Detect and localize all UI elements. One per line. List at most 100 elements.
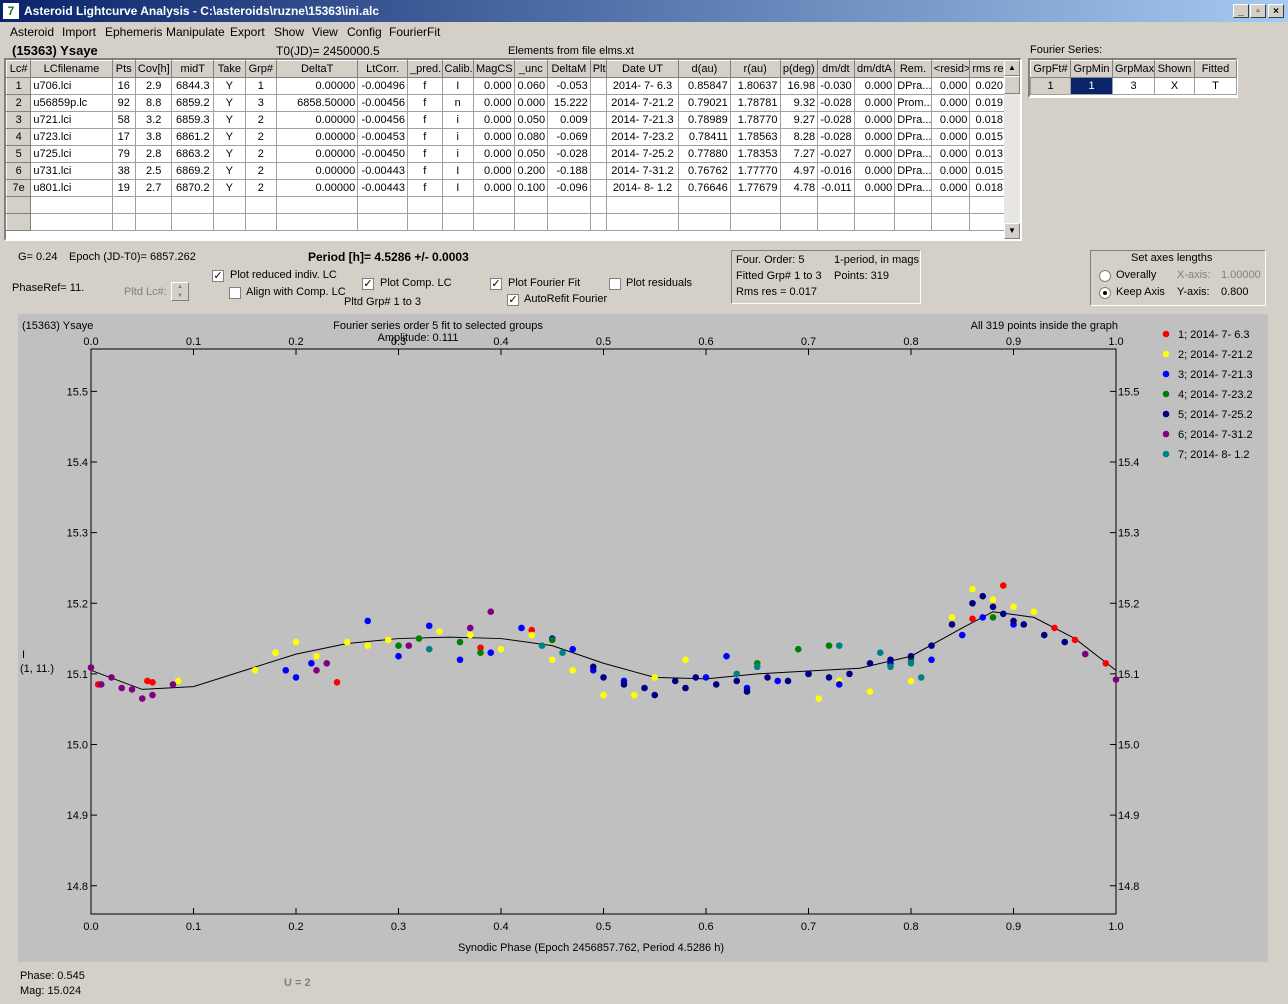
lc-cell[interactable]: 1.78781 bbox=[729, 94, 781, 112]
lc-table-row[interactable]: 4 u723.lci 17 3.8 6861.2 Y 2 0.00000 -0.00453 f i 0… bbox=[6, 128, 1006, 146]
lc-col-header[interactable]: rms res bbox=[969, 60, 1006, 78]
lc-cell[interactable]: 6870.2 bbox=[171, 179, 215, 197]
menu-import[interactable]: Import bbox=[62, 25, 96, 39]
lc-cell[interactable]: -0.016 bbox=[817, 162, 855, 180]
lc-cell[interactable] bbox=[589, 128, 607, 146]
ft-cell-grpmax[interactable]: 3 bbox=[1112, 77, 1155, 95]
lc-cell[interactable]: DPra... bbox=[894, 111, 932, 129]
lc-cell[interactable]: Y bbox=[213, 111, 246, 129]
lc-table-row[interactable]: 3 u721.lci 58 3.2 6859.3 Y 2 0.00000 -0.00456 f i 0… bbox=[6, 111, 1006, 129]
lc-cell[interactable] bbox=[589, 145, 607, 163]
lc-cell[interactable]: 6859.3 bbox=[171, 111, 215, 129]
lc-cell[interactable]: -0.00450 bbox=[357, 145, 408, 163]
lc-cell[interactable]: 0.080 bbox=[513, 128, 549, 146]
lc-cell[interactable]: 2 bbox=[244, 179, 278, 197]
lc-cell[interactable]: f bbox=[406, 77, 443, 95]
lc-cell[interactable]: 3.2 bbox=[134, 111, 173, 129]
lc-cell[interactable]: 0.00000 bbox=[276, 162, 359, 180]
lc-col-header[interactable]: _pred. bbox=[406, 60, 443, 78]
lc-cell[interactable]: 2014- 7-23.2 bbox=[605, 128, 680, 146]
lc-cell[interactable]: 6869.2 bbox=[171, 162, 215, 180]
lc-cell[interactable]: -0.188 bbox=[547, 162, 591, 180]
lc-col-header[interactable]: <resid> bbox=[930, 60, 971, 78]
lc-cell[interactable]: 2014- 7-25.2 bbox=[605, 145, 680, 163]
plot-reduced-checkbox[interactable]: ✓ bbox=[212, 270, 224, 282]
lc-cell[interactable]: 0.100 bbox=[513, 179, 549, 197]
lc-cell[interactable]: 1.80637 bbox=[729, 77, 781, 95]
lc-cell[interactable] bbox=[589, 179, 607, 197]
lc-cell[interactable]: 9.32 bbox=[779, 94, 819, 112]
keep-axis-radio[interactable] bbox=[1099, 287, 1111, 299]
lc-cell[interactable]: 4.97 bbox=[779, 162, 819, 180]
lc-cell[interactable]: 4.78 bbox=[779, 179, 819, 197]
lc-cell[interactable]: 0.020 bbox=[969, 77, 1006, 95]
scroll-thumb[interactable] bbox=[1004, 76, 1020, 94]
lc-cell[interactable]: 1.77679 bbox=[729, 179, 781, 197]
lc-col-header[interactable]: MagCS bbox=[472, 60, 515, 78]
lc-cell[interactable]: 2014- 7-31.2 bbox=[605, 162, 680, 180]
menu-show[interactable]: Show bbox=[274, 25, 304, 39]
lc-cell[interactable]: 0.200 bbox=[513, 162, 549, 180]
lc-cell[interactable]: 0.060 bbox=[513, 77, 549, 95]
lc-cell[interactable]: 0.000 bbox=[472, 179, 515, 197]
lc-col-header[interactable]: Lc# bbox=[6, 60, 32, 78]
lc-col-header[interactable]: p(deg) bbox=[779, 60, 819, 78]
lc-cell[interactable]: -0.00443 bbox=[357, 162, 408, 180]
lc-cell[interactable]: 79 bbox=[111, 145, 136, 163]
lc-cell[interactable]: 0.000 bbox=[930, 128, 971, 146]
lc-cell[interactable]: -0.011 bbox=[817, 179, 855, 197]
lc-cell[interactable] bbox=[589, 111, 607, 129]
lc-cell[interactable]: DPra... bbox=[894, 77, 932, 95]
lc-cell[interactable]: -0.028 bbox=[817, 94, 855, 112]
restore-button[interactable]: ▫ bbox=[1250, 4, 1266, 18]
menu-config[interactable]: Config bbox=[347, 25, 382, 39]
xaxis-value[interactable]: 1.00000 bbox=[1221, 269, 1261, 281]
menu-ephemeris[interactable]: Ephemeris bbox=[105, 25, 162, 39]
lightcurve-svg[interactable]: (15363) Ysaye Fourier series order 5 fit… bbox=[18, 314, 1268, 962]
lc-cell[interactable]: 0.00000 bbox=[276, 111, 359, 129]
lc-cell[interactable]: 0.000 bbox=[853, 162, 896, 180]
lc-cell[interactable]: 0.000 bbox=[853, 179, 896, 197]
lc-cell[interactable]: 8.8 bbox=[134, 94, 173, 112]
lc-cell[interactable]: 0.000 bbox=[472, 145, 515, 163]
lc-col-header[interactable]: Rem. bbox=[894, 60, 932, 78]
lc-cell[interactable]: 0.76762 bbox=[678, 162, 731, 180]
lc-cell[interactable]: 0.85847 bbox=[678, 77, 731, 95]
lc-cell[interactable]: 0.000 bbox=[930, 162, 971, 180]
lc-cell[interactable]: 1.78353 bbox=[729, 145, 781, 163]
lc-cell[interactable]: 0.000 bbox=[853, 94, 896, 112]
lc-cell[interactable]: 1 bbox=[244, 77, 278, 95]
lc-cell[interactable]: 0.000 bbox=[853, 145, 896, 163]
lc-cell[interactable]: 0.00000 bbox=[276, 145, 359, 163]
lc-cell[interactable]: 0.050 bbox=[513, 145, 549, 163]
lc-cell[interactable]: 1.77770 bbox=[729, 162, 781, 180]
scroll-down-icon[interactable]: ▼ bbox=[1004, 223, 1020, 239]
lc-cell[interactable]: I bbox=[441, 162, 474, 180]
lc-cell[interactable]: 15.222 bbox=[547, 94, 591, 112]
lc-cell[interactable]: u801.lci bbox=[30, 179, 113, 197]
lc-cell[interactable]: 1.78770 bbox=[729, 111, 781, 129]
lc-cell[interactable]: I bbox=[441, 179, 474, 197]
lc-cell[interactable]: 2014- 7-21.3 bbox=[605, 111, 680, 129]
lc-cell[interactable]: 0.000 bbox=[930, 77, 971, 95]
lc-cell[interactable]: 6844.3 bbox=[171, 77, 215, 95]
lc-cell[interactable]: -0.028 bbox=[547, 145, 591, 163]
lc-cell[interactable]: 0.000 bbox=[472, 94, 515, 112]
lc-cell[interactable]: DPra... bbox=[894, 145, 932, 163]
lc-cell[interactable]: 0.78989 bbox=[678, 111, 731, 129]
lc-cell[interactable]: -0.00456 bbox=[357, 94, 408, 112]
lc-cell[interactable]: 3.8 bbox=[134, 128, 173, 146]
lc-cell[interactable]: f bbox=[406, 179, 443, 197]
lc-cell[interactable]: 0.009 bbox=[547, 111, 591, 129]
lc-cell[interactable]: 0.050 bbox=[513, 111, 549, 129]
lc-cell[interactable]: 6859.2 bbox=[171, 94, 215, 112]
lc-cell[interactable]: 9.27 bbox=[779, 111, 819, 129]
lc-cell[interactable]: -0.00496 bbox=[357, 77, 408, 95]
lc-cell[interactable]: u723.lci bbox=[30, 128, 113, 146]
lc-cell[interactable]: -0.030 bbox=[817, 77, 855, 95]
lc-col-header[interactable]: Take bbox=[213, 60, 246, 78]
lc-cell[interactable]: -0.00443 bbox=[357, 179, 408, 197]
lc-cell[interactable]: 6863.2 bbox=[171, 145, 215, 163]
lc-table-row[interactable]: 7e u801.lci 19 2.7 6870.2 Y 2 0.00000 -0.00443 f I… bbox=[6, 179, 1006, 197]
plot-comp-checkbox[interactable]: ✓ bbox=[362, 278, 374, 290]
